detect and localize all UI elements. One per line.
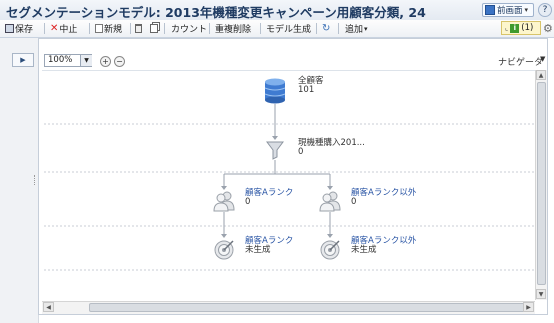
node-target-other-status: 未生成: [351, 245, 377, 255]
arrowhead: [327, 234, 333, 238]
node-seg-a-name[interactable]: 顧客Aランク: [245, 189, 293, 198]
vertical-scroll-thumb[interactable]: [537, 82, 546, 285]
node-seg-a-count: 0: [245, 197, 251, 207]
scroll-down-button[interactable]: ▼: [536, 289, 546, 299]
node-seg-other-name[interactable]: 顧客Aランク以外: [351, 189, 416, 198]
diagram-connectors: [44, 104, 534, 271]
target-icon[interactable]: [319, 239, 341, 261]
node-filter-count: 0: [298, 147, 304, 157]
node-root-count: 101: [298, 85, 315, 95]
scroll-right-button[interactable]: ▶: [523, 302, 534, 312]
node-target-a-status: 未生成: [245, 245, 271, 255]
node-seg-other-count: 0: [351, 197, 357, 207]
user-group-icon[interactable]: [212, 190, 236, 212]
scroll-left-button[interactable]: ◀: [43, 302, 54, 312]
arrowhead: [221, 234, 227, 238]
database-icon[interactable]: [263, 78, 287, 104]
user-group-icon[interactable]: [318, 190, 342, 212]
filter-icon[interactable]: [266, 140, 284, 160]
horizontal-scroll-thumb[interactable]: [89, 303, 525, 312]
target-icon[interactable]: [213, 239, 235, 261]
scroll-up-button[interactable]: ▲: [536, 70, 546, 80]
node-filter-name[interactable]: 現機種購入201...: [298, 139, 365, 148]
